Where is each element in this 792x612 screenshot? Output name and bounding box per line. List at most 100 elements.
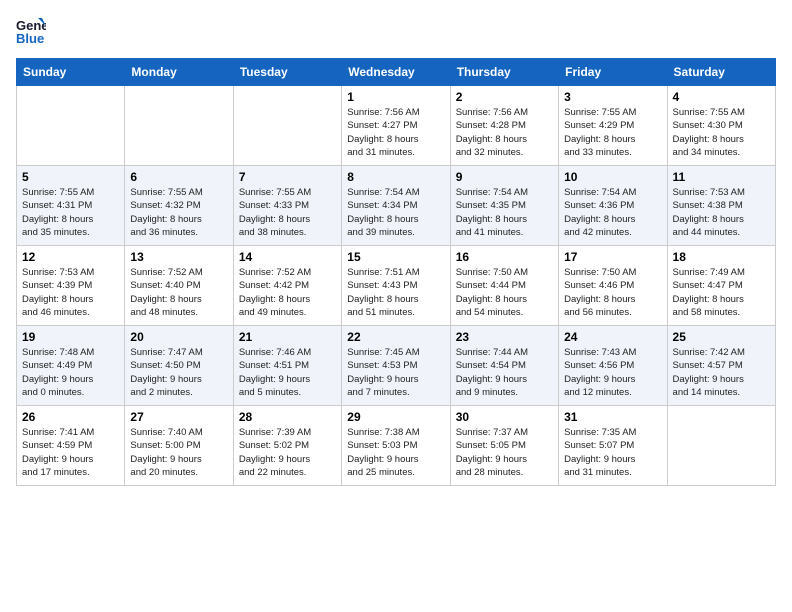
week-row-1: 1Sunrise: 7:56 AM Sunset: 4:27 PM Daylig…: [17, 86, 776, 166]
day-cell: 5 Sunrise: 7:55 AM Sunset: 4:31 PM Daylig…: [17, 166, 125, 246]
day-cell: 26Sunrise: 7:41 AM Sunset: 4:59 PM Dayli…: [17, 406, 125, 486]
day-cell: 18 Sunrise: 7:49 AM Sunset: 4:47 PM Dayli…: [667, 246, 775, 326]
calendar-body: 1Sunrise: 7:56 AM Sunset: 4:27 PM Daylig…: [17, 86, 776, 486]
day-info: Sunrise: 7:44 AM Sunset: 4:54 PM Dayligh…: [456, 346, 553, 399]
logo: General Blue: [16, 16, 50, 46]
day-number: 15: [347, 250, 444, 264]
day-number: 6: [130, 170, 227, 184]
weekday-monday: Monday: [125, 59, 233, 86]
day-info: Sunrise: 7:56 AM Sunset: 4:27 PM Dayligh…: [347, 106, 444, 159]
day-cell: 6 Sunrise: 7:55 AM Sunset: 4:32 PM Daylig…: [125, 166, 233, 246]
day-info: Sunrise: 7:50 AM Sunset: 4:44 PM Dayligh…: [456, 266, 553, 319]
day-info: Sunrise: 7:37 AM Sunset: 5:05 PM Dayligh…: [456, 426, 553, 479]
weekday-tuesday: Tuesday: [233, 59, 341, 86]
day-info: Sunrise: 7:53 AM Sunset: 4:38 PM Dayligh…: [673, 186, 770, 239]
day-number: 12: [22, 250, 119, 264]
day-info: Sunrise: 7:53 AM Sunset: 4:39 PM Dayligh…: [22, 266, 119, 319]
week-row-2: 5 Sunrise: 7:55 AM Sunset: 4:31 PM Daylig…: [17, 166, 776, 246]
day-cell: 16 Sunrise: 7:50 AM Sunset: 4:44 PM Dayli…: [450, 246, 558, 326]
day-number: 29: [347, 410, 444, 424]
day-info: Sunrise: 7:56 AM Sunset: 4:28 PM Dayligh…: [456, 106, 553, 159]
day-info: Sunrise: 7:43 AM Sunset: 4:56 PM Dayligh…: [564, 346, 661, 399]
day-info: Sunrise: 7:55 AM Sunset: 4:30 PM Dayligh…: [673, 106, 770, 159]
day-info: Sunrise: 7:54 AM Sunset: 4:36 PM Dayligh…: [564, 186, 661, 239]
weekday-sunday: Sunday: [17, 59, 125, 86]
week-row-3: 12 Sunrise: 7:53 AM Sunset: 4:39 PM Dayli…: [17, 246, 776, 326]
calendar-table: SundayMondayTuesdayWednesdayThursdayFrid…: [16, 58, 776, 486]
day-cell: 11 Sunrise: 7:53 AM Sunset: 4:38 PM Dayli…: [667, 166, 775, 246]
day-info: Sunrise: 7:39 AM Sunset: 5:02 PM Dayligh…: [239, 426, 336, 479]
day-cell: 21Sunrise: 7:46 AM Sunset: 4:51 PM Dayli…: [233, 326, 341, 406]
day-number: 20: [130, 330, 227, 344]
weekday-wednesday: Wednesday: [342, 59, 450, 86]
day-number: 23: [456, 330, 553, 344]
week-row-4: 19Sunrise: 7:48 AM Sunset: 4:49 PM Dayli…: [17, 326, 776, 406]
day-number: 30: [456, 410, 553, 424]
day-cell: 27Sunrise: 7:40 AM Sunset: 5:00 PM Dayli…: [125, 406, 233, 486]
weekday-friday: Friday: [559, 59, 667, 86]
day-info: Sunrise: 7:38 AM Sunset: 5:03 PM Dayligh…: [347, 426, 444, 479]
day-cell: 1Sunrise: 7:56 AM Sunset: 4:27 PM Daylig…: [342, 86, 450, 166]
day-info: Sunrise: 7:47 AM Sunset: 4:50 PM Dayligh…: [130, 346, 227, 399]
day-cell: 25 Sunrise: 7:42 AM Sunset: 4:57 PM Dayli…: [667, 326, 775, 406]
day-info: Sunrise: 7:52 AM Sunset: 4:40 PM Dayligh…: [130, 266, 227, 319]
day-number: 28: [239, 410, 336, 424]
day-number: 11: [673, 170, 770, 184]
day-info: Sunrise: 7:55 AM Sunset: 4:32 PM Dayligh…: [130, 186, 227, 239]
day-cell: 14 Sunrise: 7:52 AM Sunset: 4:42 PM Dayli…: [233, 246, 341, 326]
day-number: 19: [22, 330, 119, 344]
logo-icon: General Blue: [16, 16, 46, 46]
day-cell: 15Sunrise: 7:51 AM Sunset: 4:43 PM Dayli…: [342, 246, 450, 326]
day-cell: 20 Sunrise: 7:47 AM Sunset: 4:50 PM Dayli…: [125, 326, 233, 406]
day-number: 3: [564, 90, 661, 104]
day-number: 2: [456, 90, 553, 104]
day-number: 5: [22, 170, 119, 184]
day-cell: 28 Sunrise: 7:39 AM Sunset: 5:02 PM Dayli…: [233, 406, 341, 486]
day-info: Sunrise: 7:55 AM Sunset: 4:33 PM Dayligh…: [239, 186, 336, 239]
day-info: Sunrise: 7:42 AM Sunset: 4:57 PM Dayligh…: [673, 346, 770, 399]
day-cell: 8Sunrise: 7:54 AM Sunset: 4:34 PM Daylig…: [342, 166, 450, 246]
weekday-header-row: SundayMondayTuesdayWednesdayThursdayFrid…: [17, 59, 776, 86]
day-info: Sunrise: 7:52 AM Sunset: 4:42 PM Dayligh…: [239, 266, 336, 319]
day-number: 4: [673, 90, 770, 104]
day-info: Sunrise: 7:55 AM Sunset: 4:31 PM Dayligh…: [22, 186, 119, 239]
day-number: 9: [456, 170, 553, 184]
day-cell: [233, 86, 341, 166]
day-cell: 23 Sunrise: 7:44 AM Sunset: 4:54 PM Dayli…: [450, 326, 558, 406]
day-cell: 7 Sunrise: 7:55 AM Sunset: 4:33 PM Daylig…: [233, 166, 341, 246]
svg-text:Blue: Blue: [16, 31, 44, 46]
day-number: 17: [564, 250, 661, 264]
day-cell: [17, 86, 125, 166]
day-cell: 3 Sunrise: 7:55 AM Sunset: 4:29 PM Daylig…: [559, 86, 667, 166]
day-number: 14: [239, 250, 336, 264]
day-info: Sunrise: 7:46 AM Sunset: 4:51 PM Dayligh…: [239, 346, 336, 399]
day-info: Sunrise: 7:49 AM Sunset: 4:47 PM Dayligh…: [673, 266, 770, 319]
day-number: 10: [564, 170, 661, 184]
day-info: Sunrise: 7:50 AM Sunset: 4:46 PM Dayligh…: [564, 266, 661, 319]
day-number: 22: [347, 330, 444, 344]
day-cell: 10 Sunrise: 7:54 AM Sunset: 4:36 PM Dayli…: [559, 166, 667, 246]
day-info: Sunrise: 7:54 AM Sunset: 4:34 PM Dayligh…: [347, 186, 444, 239]
day-cell: 19Sunrise: 7:48 AM Sunset: 4:49 PM Dayli…: [17, 326, 125, 406]
weekday-thursday: Thursday: [450, 59, 558, 86]
day-cell: 22Sunrise: 7:45 AM Sunset: 4:53 PM Dayli…: [342, 326, 450, 406]
day-cell: [667, 406, 775, 486]
day-number: 25: [673, 330, 770, 344]
day-cell: 24 Sunrise: 7:43 AM Sunset: 4:56 PM Dayli…: [559, 326, 667, 406]
day-number: 7: [239, 170, 336, 184]
day-cell: 30 Sunrise: 7:37 AM Sunset: 5:05 PM Dayli…: [450, 406, 558, 486]
day-number: 18: [673, 250, 770, 264]
day-cell: 29 Sunrise: 7:38 AM Sunset: 5:03 PM Dayli…: [342, 406, 450, 486]
day-number: 16: [456, 250, 553, 264]
day-info: Sunrise: 7:55 AM Sunset: 4:29 PM Dayligh…: [564, 106, 661, 159]
day-number: 31: [564, 410, 661, 424]
day-cell: 12 Sunrise: 7:53 AM Sunset: 4:39 PM Dayli…: [17, 246, 125, 326]
day-number: 13: [130, 250, 227, 264]
week-row-5: 26Sunrise: 7:41 AM Sunset: 4:59 PM Dayli…: [17, 406, 776, 486]
day-cell: 31 Sunrise: 7:35 AM Sunset: 5:07 PM Dayli…: [559, 406, 667, 486]
day-info: Sunrise: 7:40 AM Sunset: 5:00 PM Dayligh…: [130, 426, 227, 479]
day-cell: 4 Sunrise: 7:55 AM Sunset: 4:30 PM Daylig…: [667, 86, 775, 166]
day-number: 24: [564, 330, 661, 344]
day-info: Sunrise: 7:35 AM Sunset: 5:07 PM Dayligh…: [564, 426, 661, 479]
header: General Blue: [16, 16, 776, 46]
